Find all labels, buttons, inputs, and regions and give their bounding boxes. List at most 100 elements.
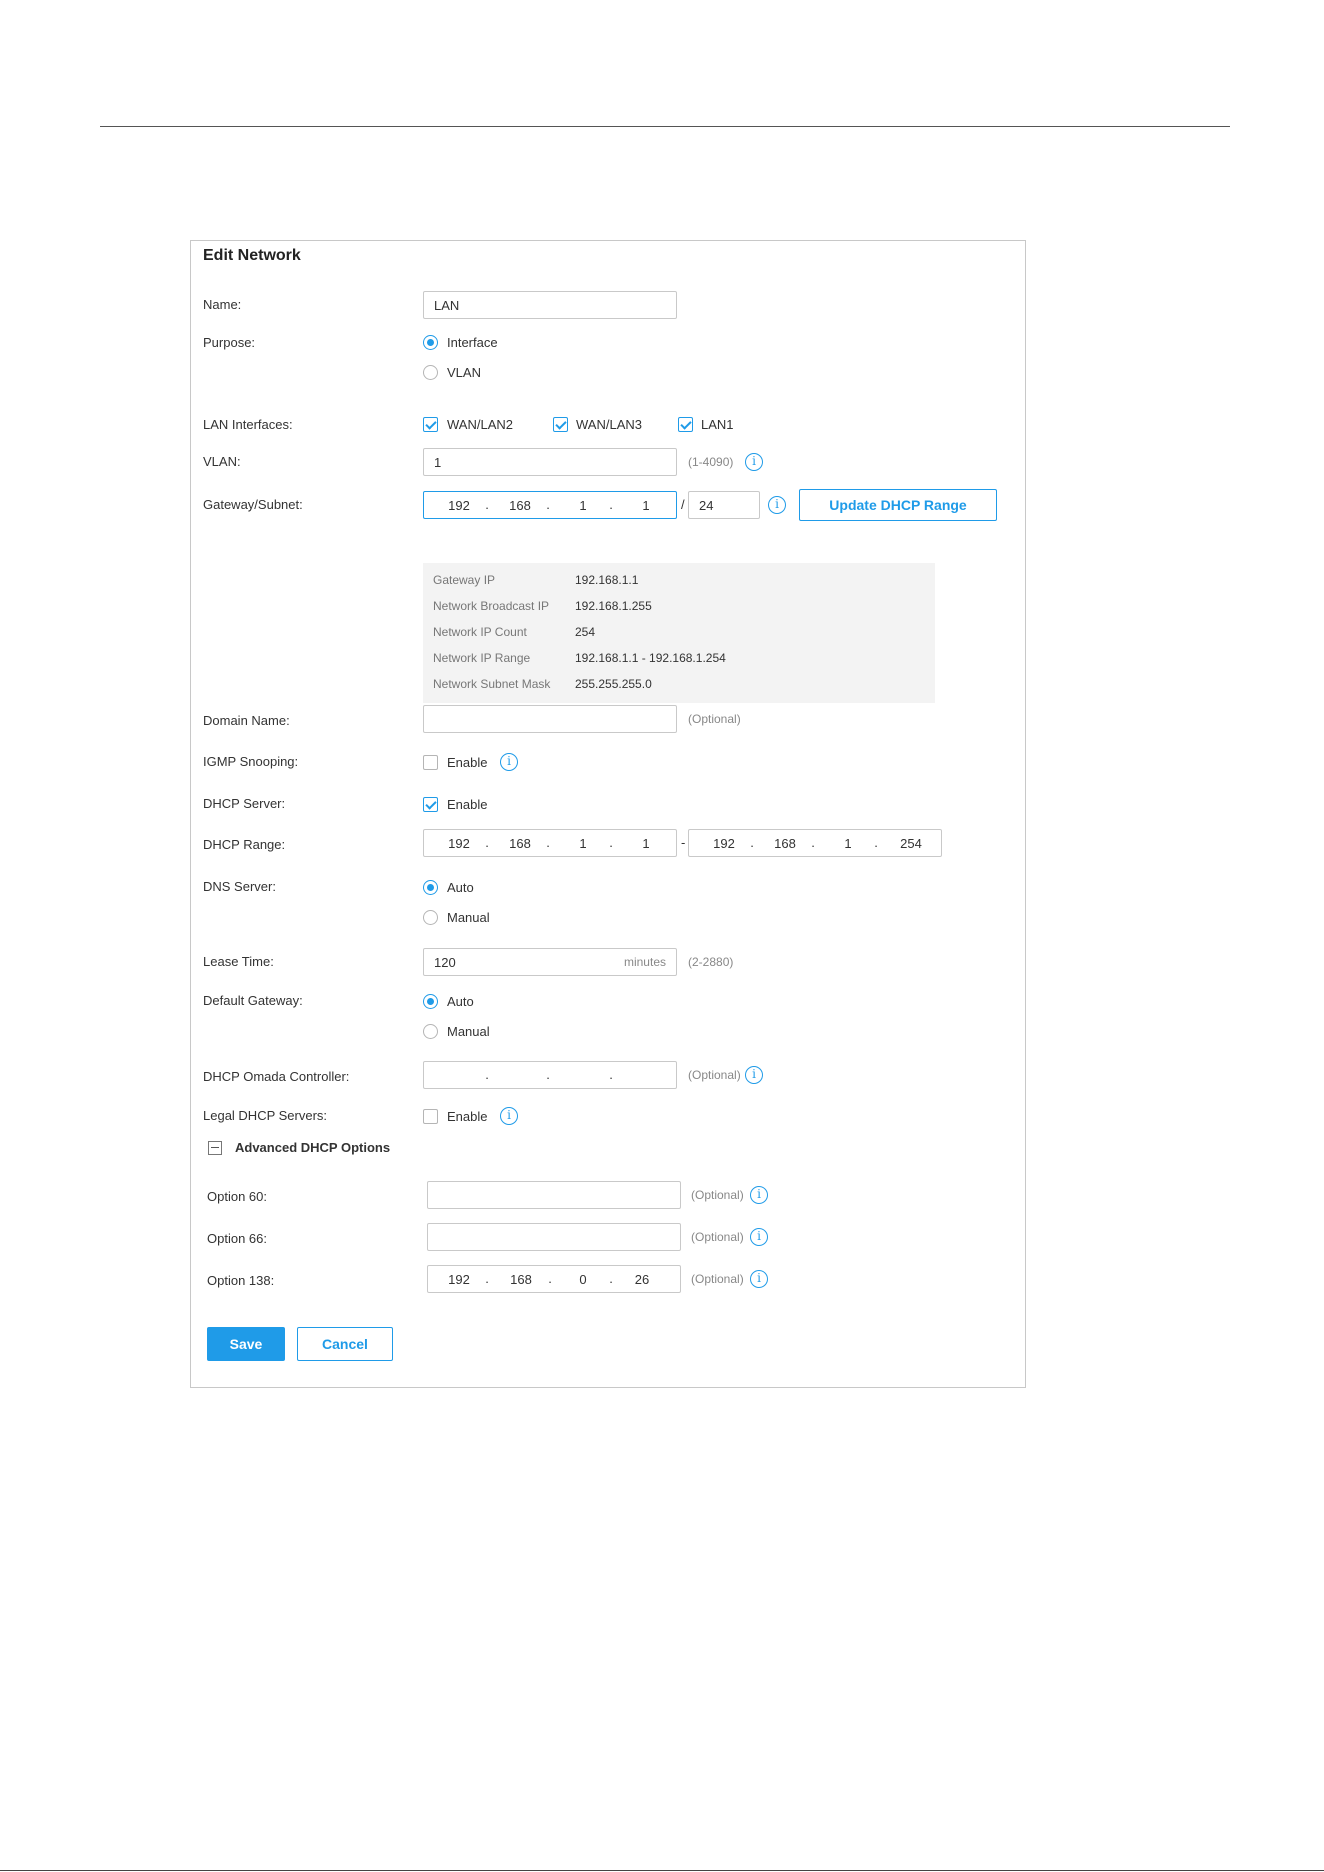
edit-network-panel: Edit Network Name: LAN Purpose: Interfac… — [190, 240, 1026, 1388]
option-138-ip-input[interactable]: 192 . 168 . 0 . 26 — [427, 1265, 681, 1293]
option-66-hint: (Optional) — [691, 1230, 744, 1244]
option-138-row: Option 138: 192 . 168 . 0 . 26 (Optional… — [191, 1265, 1025, 1297]
lease-time-input[interactable]: 120 minutes — [423, 948, 677, 976]
gateway-ip-input[interactable]: 192 . 168 . 1 . 1 — [423, 491, 677, 519]
panel-title: Edit Network — [203, 247, 301, 264]
option-138-dot: . — [485, 1271, 489, 1286]
gateway-mask-separator: / — [681, 497, 685, 512]
omada-dot: . — [485, 1067, 489, 1082]
option-66-row: Option 66: (Optional) i — [191, 1223, 1025, 1255]
purpose-vlan-radio[interactable] — [423, 365, 438, 380]
omada-dot: . — [546, 1067, 550, 1082]
lan-interfaces-label: LAN Interfaces: — [203, 417, 293, 432]
option-66-input[interactable] — [427, 1223, 681, 1251]
summary-key: Network Broadcast IP — [433, 599, 550, 613]
omada-dot: . — [609, 1067, 613, 1082]
dns-manual-radio[interactable] — [423, 910, 438, 925]
option-138-label: Option 138: — [207, 1273, 275, 1288]
dhcp-server-enable-checkbox[interactable] — [423, 797, 438, 812]
gateway-label: Gateway/Subnet: — [203, 497, 303, 512]
name-input[interactable]: LAN — [423, 291, 677, 319]
save-button[interactable]: Save — [207, 1327, 285, 1361]
gateway-row: Gateway/Subnet: 192 . 168 . 1 . 1 / 24 i… — [191, 489, 1025, 523]
lan-interface-checkbox-lan1[interactable] — [678, 417, 693, 432]
lan-interface-label-lan1: LAN1 — [701, 417, 734, 432]
gateway-auto-radio[interactable] — [423, 994, 438, 1009]
cancel-button[interactable]: Cancel — [297, 1327, 393, 1361]
gateway-ip-octet-3: 1 — [579, 498, 587, 513]
legal-dhcp-enable-checkbox[interactable] — [423, 1109, 438, 1124]
lan-interface-checkbox-wan-lan3[interactable] — [553, 417, 568, 432]
summary-value: 192.168.1.1 - 192.168.1.254 — [575, 651, 726, 665]
legal-dhcp-row: Legal DHCP Servers: Enable i — [191, 1106, 1025, 1138]
igmp-info-icon[interactable]: i — [500, 753, 518, 771]
range-dot: . — [750, 835, 754, 850]
gateway-ip-dot: . — [609, 497, 613, 512]
option-60-hint: (Optional) — [691, 1188, 744, 1202]
domain-name-hint: (Optional) — [688, 712, 741, 726]
gateway-mask-value: 24 — [699, 498, 714, 513]
collapse-icon[interactable] — [208, 1141, 222, 1155]
dhcp-range-separator: - — [681, 835, 686, 850]
option-66-info-icon[interactable]: i — [750, 1228, 768, 1246]
dns-auto-radio[interactable] — [423, 880, 438, 895]
dhcp-server-row: DHCP Server: Enable — [191, 794, 1025, 826]
option-60-label: Option 60: — [207, 1189, 267, 1204]
lan-interface-checkbox-wan-lan2[interactable] — [423, 417, 438, 432]
range-dot: . — [546, 835, 550, 850]
lease-time-hint: (2-2880) — [688, 955, 734, 969]
vlan-input[interactable]: 1 — [423, 448, 677, 476]
purpose-interface-radio[interactable] — [423, 335, 438, 350]
option-138-dot: . — [548, 1271, 552, 1286]
domain-name-row: Domain Name: (Optional) — [191, 705, 1025, 737]
vlan-row: VLAN: 1 (1-4090) i — [191, 448, 1025, 480]
default-gateway-row: Default Gateway: Auto Manual — [191, 991, 1025, 1039]
gateway-info-icon[interactable]: i — [768, 496, 786, 514]
vlan-info-icon[interactable]: i — [745, 453, 763, 471]
gateway-mask-input[interactable]: 24 — [688, 491, 760, 519]
dhcp-server-enable-label: Enable — [447, 797, 488, 812]
dns-server-row: DNS Server: Auto Manual — [191, 877, 1025, 925]
legal-dhcp-enable-label: Enable — [447, 1109, 488, 1124]
option-60-info-icon[interactable]: i — [750, 1186, 768, 1204]
page-top-rule — [100, 126, 1230, 127]
domain-name-input[interactable] — [423, 705, 677, 733]
option-138-octet-1: 192 — [448, 1272, 470, 1287]
gateway-manual-radio[interactable] — [423, 1024, 438, 1039]
option-138-info-icon[interactable]: i — [750, 1270, 768, 1288]
gateway-ip-octet-2: 168 — [509, 498, 531, 513]
dns-manual-label: Manual — [447, 910, 490, 925]
advanced-options-header[interactable]: Advanced DHCP Options — [191, 1140, 1025, 1172]
gateway-manual-label: Manual — [447, 1024, 490, 1039]
range-start-octet-4: 1 — [642, 836, 650, 851]
range-end-octet-1: 192 — [713, 836, 735, 851]
summary-key: Network Subnet Mask — [433, 677, 551, 691]
omada-controller-info-icon[interactable]: i — [745, 1066, 763, 1084]
igmp-row: IGMP Snooping: Enable i — [191, 752, 1025, 784]
omada-controller-hint: (Optional) — [688, 1068, 741, 1082]
igmp-enable-checkbox[interactable] — [423, 755, 438, 770]
dhcp-range-end-input[interactable]: 192 . 168 . 1 . 254 — [688, 829, 942, 857]
dhcp-range-start-input[interactable]: 192 . 168 . 1 . 1 — [423, 829, 677, 857]
option-60-row: Option 60: (Optional) i — [191, 1181, 1025, 1213]
gateway-auto-label: Auto — [447, 994, 474, 1009]
vlan-label: VLAN: — [203, 454, 241, 469]
page-bottom-rule — [0, 1870, 1324, 1871]
gateway-ip-dot: . — [546, 497, 550, 512]
gateway-ip-octet-1: 192 — [448, 498, 470, 513]
name-row: Name: LAN — [191, 291, 1025, 323]
option-60-input[interactable] — [427, 1181, 681, 1209]
omada-controller-ip-input[interactable]: . . . — [423, 1061, 677, 1089]
dhcp-range-row: DHCP Range: 192 . 168 . 1 . 1 - 192 . 16… — [191, 829, 1025, 861]
lease-time-label: Lease Time: — [203, 954, 274, 969]
legal-dhcp-info-icon[interactable]: i — [500, 1107, 518, 1125]
lease-time-unit: minutes — [623, 955, 666, 969]
gateway-ip-dot: . — [485, 497, 489, 512]
vlan-value: 1 — [434, 455, 442, 470]
update-dhcp-range-button[interactable]: Update DHCP Range — [799, 489, 997, 521]
igmp-enable-label: Enable — [447, 755, 488, 770]
domain-name-label: Domain Name: — [203, 713, 290, 728]
name-label: Name: — [203, 297, 242, 312]
range-dot: . — [609, 835, 613, 850]
option-138-octet-4: 26 — [634, 1272, 650, 1287]
